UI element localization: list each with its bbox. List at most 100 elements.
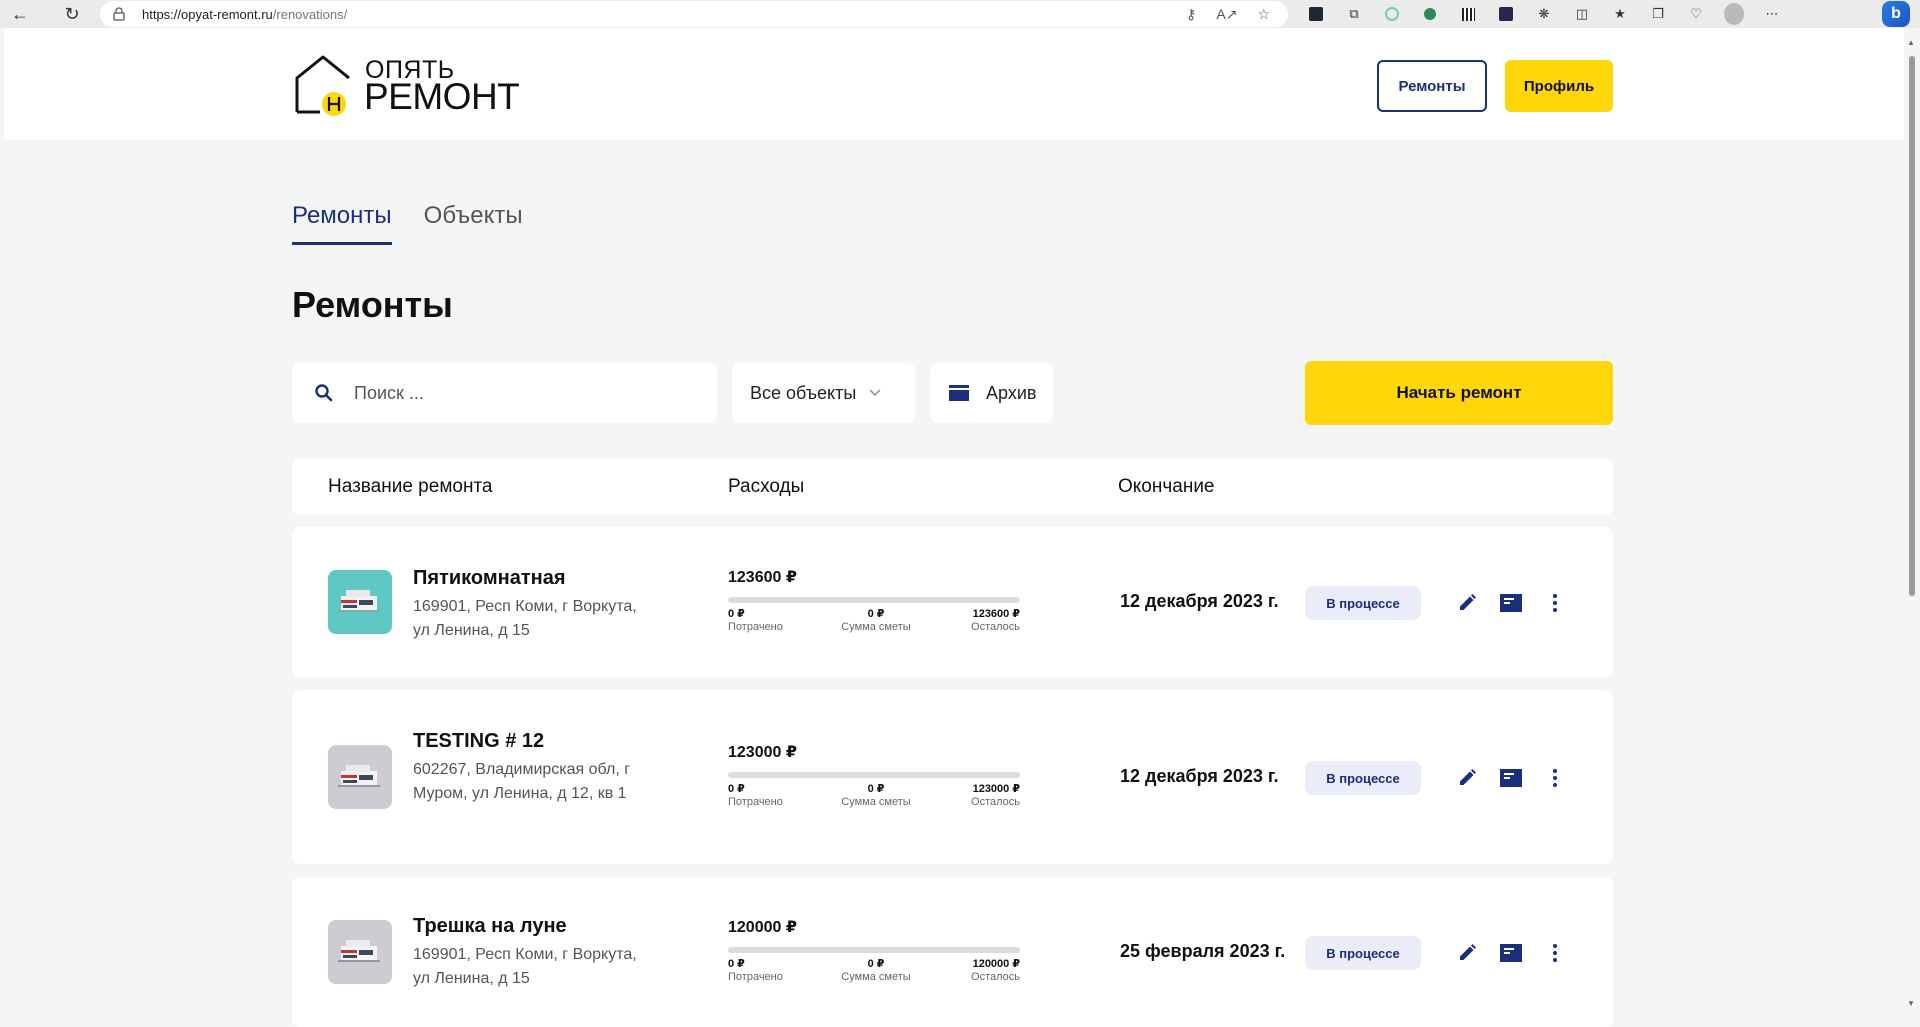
profile-avatar-icon[interactable] — [1724, 3, 1744, 25]
renovation-address: 169901, Респ Коми, г Воркута, ул Ленина,… — [413, 598, 637, 639]
scroll-down-arrow-icon[interactable]: ▼ — [1907, 999, 1915, 1008]
screenshot-extension-icon[interactable]: ⧉ — [1344, 4, 1364, 24]
address-bar[interactable]: https://opyat-remont.ru/renovations/ ⚷ A… — [100, 1, 1288, 27]
remaining-label: Осталось — [971, 621, 1020, 633]
renovation-row[interactable]: TESTING # 12 602267, Владимирская обл, г… — [292, 690, 1613, 864]
expenses-progress-bar — [728, 772, 1020, 778]
remaining-label: Осталось — [971, 971, 1020, 983]
favorite-star-icon[interactable]: ☆ — [1257, 6, 1270, 23]
badge-extension-icon[interactable] — [1420, 4, 1440, 24]
browser-essentials-icon[interactable]: ♡ — [1686, 4, 1706, 24]
estimate-stat: 0 ₽ Сумма сметы — [836, 783, 916, 809]
scrollbar-thumb[interactable] — [1909, 56, 1915, 596]
expenses-amount: 123600 ₽ — [728, 569, 797, 586]
url-path: /renovations/ — [272, 6, 348, 22]
renovation-thumbnail — [328, 920, 392, 984]
archive-box-icon[interactable] — [1498, 940, 1524, 966]
profile-button[interactable]: Профиль — [1505, 60, 1613, 112]
spent-value: 0 ₽ — [728, 783, 745, 795]
search-input[interactable] — [354, 382, 694, 404]
lock-icon — [113, 7, 125, 21]
extension-icon[interactable] — [1306, 4, 1326, 24]
remaining-value: 123000 ₽ — [972, 783, 1020, 795]
spent-value: 0 ₽ — [728, 608, 745, 620]
status-badge: В процессе — [1305, 586, 1421, 620]
spent-label: Потрачено — [728, 621, 783, 633]
expenses-amount: 120000 ₽ — [728, 919, 797, 936]
spent-stat: 0 ₽ Потрачено — [728, 783, 783, 809]
site-logo[interactable]: ОПЯТЬ РЕМОНТ — [294, 54, 524, 116]
archive-button[interactable]: Архив — [930, 363, 1053, 423]
more-vertical-icon[interactable] — [1542, 765, 1568, 791]
scroll-up-arrow-icon[interactable]: ▲ — [1907, 38, 1915, 47]
spent-label: Потрачено — [728, 796, 783, 808]
estimate-value: 0 ₽ — [867, 958, 885, 970]
collections-icon[interactable]: ❐ — [1648, 4, 1668, 24]
renovation-row[interactable]: Пятикомнатная 169901, Респ Коми, г Ворку… — [292, 527, 1613, 677]
renovation-row[interactable]: Трешка на луне 169901, Респ Коми, г Ворк… — [292, 877, 1613, 1027]
spent-stat: 0 ₽ Потрачено — [728, 958, 783, 984]
estimate-stat: 0 ₽ Сумма сметы — [836, 608, 916, 634]
more-vertical-icon[interactable] — [1542, 590, 1568, 616]
remaining-value: 123600 ₽ — [972, 608, 1020, 620]
start-renovation-button[interactable]: Начать ремонт — [1305, 361, 1613, 425]
key-icon[interactable]: ⚷ — [1186, 6, 1196, 23]
split-screen-icon[interactable]: ◫ — [1572, 4, 1592, 24]
extensions-puzzle-icon[interactable]: ❋ — [1534, 4, 1554, 24]
read-aloud-icon[interactable]: A↗ — [1216, 6, 1237, 23]
estimate-label: Сумма сметы — [841, 971, 911, 983]
favorites-icon[interactable]: ★ — [1610, 4, 1630, 24]
end-date: 12 декабря 2023 г. — [1120, 766, 1279, 786]
browser-toolbar: ← ↻ https://opyat-remont.ru/renovations/… — [0, 0, 1920, 28]
dark-extension-icon[interactable] — [1496, 4, 1516, 24]
house-logo-icon — [295, 55, 350, 116]
react-devtools-icon[interactable] — [1382, 4, 1402, 24]
edit-pencil-icon[interactable] — [1454, 765, 1480, 791]
expenses-progress-bar — [728, 597, 1020, 603]
tab-renovations[interactable]: Ремонты — [292, 202, 392, 245]
renovations-nav-button[interactable]: Ремонты — [1377, 60, 1487, 112]
logo-text-main: РЕМОНТ — [364, 76, 520, 117]
expenses-progress-bar — [728, 947, 1020, 953]
end-date: 25 февраля 2023 г. — [1120, 941, 1286, 961]
site-header: ОПЯТЬ РЕМОНТ Ремонты Профиль — [4, 28, 1904, 140]
objects-filter-select[interactable]: Все объекты — [732, 363, 915, 423]
archive-label: Архив — [986, 382, 1037, 403]
edit-pencil-icon[interactable] — [1454, 940, 1480, 966]
more-vertical-icon[interactable] — [1542, 940, 1568, 966]
remaining-stat: 120000 ₽ Осталось — [930, 958, 1020, 984]
renovation-address: 602267, Владимирская обл, г Муром, ул Ле… — [413, 761, 631, 802]
archive-box-icon[interactable] — [1498, 765, 1524, 791]
section-tabs: Ремонты Объекты — [292, 202, 523, 245]
edit-pencil-icon[interactable] — [1454, 590, 1480, 616]
remaining-label: Осталось — [971, 796, 1020, 808]
column-header-name: Название ремонта — [328, 476, 493, 497]
more-menu-icon[interactable]: ⋯ — [1762, 4, 1782, 24]
refresh-icon[interactable]: ↻ — [52, 0, 92, 28]
status-badge: В процессе — [1305, 761, 1421, 795]
remaining-stat: 123600 ₽ Осталось — [930, 608, 1020, 634]
page-title: Ремонты — [292, 284, 453, 325]
tab-objects[interactable]: Объекты — [424, 202, 523, 245]
renovation-title[interactable]: TESTING # 12 — [413, 730, 544, 753]
estimate-label: Сумма сметы — [841, 621, 911, 633]
search-box[interactable] — [292, 363, 717, 423]
renovation-title[interactable]: Пятикомнатная — [413, 567, 566, 590]
estimate-stat: 0 ₽ Сумма сметы — [836, 958, 916, 984]
table-header: Название ремонта Расходы Окончание — [292, 459, 1613, 515]
page-scrollbar[interactable]: ▲ ▼ — [1904, 28, 1920, 1012]
qr-extension-icon[interactable] — [1458, 4, 1478, 24]
back-arrow-icon[interactable]: ← — [0, 0, 40, 28]
url-host: https://opyat-remont.ru — [142, 6, 273, 22]
estimate-value: 0 ₽ — [867, 608, 885, 620]
bing-copilot-icon[interactable]: b — [1882, 1, 1910, 27]
spent-value: 0 ₽ — [728, 958, 745, 970]
end-date: 12 декабря 2023 г. — [1120, 591, 1279, 611]
spent-label: Потрачено — [728, 971, 783, 983]
renovation-thumbnail — [328, 745, 392, 809]
expenses-amount: 123000 ₽ — [728, 744, 797, 761]
column-header-expenses: Расходы — [728, 476, 805, 497]
archive-box-icon[interactable] — [1498, 590, 1524, 616]
objects-filter-value: Все объекты — [750, 382, 857, 403]
renovation-title[interactable]: Трешка на луне — [413, 915, 567, 938]
